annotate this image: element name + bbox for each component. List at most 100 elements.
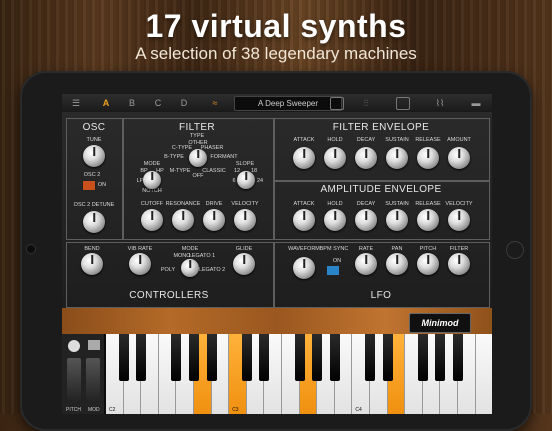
osc2-label: OSC 2	[83, 172, 101, 178]
slot-c[interactable]: C	[152, 96, 164, 110]
aenv-release-label: RELEASE	[415, 201, 441, 207]
lfo-pan-knob[interactable]	[386, 253, 408, 275]
aenv-attack-knob[interactable]	[293, 209, 315, 231]
keyboard: PITCH MOD C2 C3 C4	[62, 334, 492, 414]
filter-type-opt-4: B-TYPE	[164, 154, 184, 160]
fenv-release-knob[interactable]	[417, 147, 439, 169]
fenv-sustain-knob[interactable]	[386, 147, 408, 169]
cutoff-knob[interactable]	[141, 209, 163, 231]
waveform-icon[interactable]: ≈	[208, 96, 222, 110]
bend-label: BEND	[84, 246, 100, 252]
filter-velocity-label: VELOCITY	[231, 201, 259, 207]
osc2-on-label: ON	[97, 182, 107, 188]
slope-opt-6: 6	[232, 178, 236, 184]
filter-type-opt-8: OFF	[192, 173, 204, 179]
lfo-pitch-knob[interactable]	[417, 253, 439, 275]
black-key[interactable]	[241, 334, 252, 381]
menu-icon[interactable]: ☰	[67, 96, 85, 110]
filter-title: FILTER	[178, 122, 216, 133]
ctrl-mode-knob[interactable]	[181, 259, 199, 277]
home-button	[506, 241, 524, 259]
minimod-logo: Minimod	[409, 313, 471, 333]
filter-velocity-knob[interactable]	[234, 209, 256, 231]
black-key[interactable]	[189, 334, 199, 381]
synth-screen: ☰ A B C D ≈ A Deep Sweeper ⫶⫶ ⌇⌇ ▬ OSC T…	[62, 94, 492, 414]
black-key[interactable]	[259, 334, 270, 381]
black-key[interactable]	[435, 334, 446, 381]
bpm-sync-switch[interactable]	[326, 265, 340, 276]
hero-title: 17 virtual synths	[145, 8, 407, 44]
lfo-waveform-knob[interactable]	[293, 257, 315, 279]
glide-label: GLIDE	[235, 246, 253, 252]
aenv-release-knob[interactable]	[417, 209, 439, 231]
mod-wheel[interactable]	[86, 358, 100, 402]
pitch-wheel[interactable]	[67, 358, 81, 402]
drive-knob[interactable]	[203, 209, 225, 231]
osc2-detune-knob[interactable]	[83, 211, 105, 233]
black-key[interactable]	[136, 334, 147, 381]
aenv-sustain-label: SUSTAIN	[385, 201, 409, 207]
slot-d[interactable]: D	[178, 96, 190, 110]
settings-icon[interactable]	[396, 97, 410, 110]
vib-rate-label: VIB RATE	[127, 246, 153, 252]
waveform-label: WAVEFORM	[288, 246, 320, 252]
synth-panel: OSC TUNE OSC 2 ON OSC 2 DETUNE FILTER TY…	[62, 112, 492, 308]
resonance-label: RESONANCE	[165, 201, 201, 207]
lfo-rate-knob[interactable]	[355, 253, 377, 275]
black-key[interactable]	[417, 334, 428, 381]
lfo-rate-label: RATE	[358, 246, 374, 252]
slot-b[interactable]: B	[126, 96, 138, 110]
vib-rate-knob[interactable]	[129, 253, 151, 275]
aenv-attack-label: ATTACK	[293, 201, 315, 207]
filter-type-opt-5: FORMANT	[210, 154, 238, 160]
filter-mode-knob[interactable]	[143, 171, 161, 189]
keyboard-layout-icon[interactable]	[88, 340, 100, 350]
sequencer-icon[interactable]: ⌇⌇	[430, 96, 450, 110]
aenv-sustain-knob[interactable]	[386, 209, 408, 231]
aenv-decay-label: DECAY	[356, 201, 376, 207]
fenv-hold-knob[interactable]	[324, 147, 346, 169]
fenv-amount-knob[interactable]	[448, 147, 470, 169]
black-key[interactable]	[206, 334, 217, 381]
black-key[interactable]	[382, 334, 393, 381]
filter-envelope-title: FILTER ENVELOPE	[332, 122, 430, 133]
aenv-decay-knob[interactable]	[355, 209, 377, 231]
aenv-velocity-knob[interactable]	[448, 209, 470, 231]
aenv-hold-knob[interactable]	[324, 209, 346, 231]
fenv-sustain-label: SUSTAIN	[385, 137, 409, 143]
tune-label: TUNE	[86, 137, 102, 143]
filter-type-opt-2: C-TYPE	[171, 145, 193, 151]
black-key[interactable]	[171, 334, 182, 381]
fenv-decay-knob[interactable]	[355, 147, 377, 169]
controls-toggle-icon[interactable]	[68, 340, 80, 352]
tune-knob[interactable]	[83, 145, 105, 167]
preset-selector[interactable]: A Deep Sweeper	[234, 96, 342, 111]
lfo-filter-knob[interactable]	[448, 253, 470, 275]
filter-mode-label: MODE	[143, 161, 161, 167]
slot-a[interactable]: A	[100, 96, 112, 110]
black-key[interactable]	[312, 334, 323, 381]
save-preset-icon[interactable]	[330, 97, 344, 110]
keyboard-toggle-icon[interactable]: ▬	[466, 96, 486, 110]
wheel-panel: PITCH MOD	[62, 334, 104, 414]
bend-knob[interactable]	[81, 253, 103, 275]
black-key[interactable]	[453, 334, 463, 381]
aenv-velocity-label: VELOCITY	[445, 201, 473, 207]
black-key[interactable]	[118, 334, 129, 381]
osc2-switch[interactable]	[82, 180, 96, 191]
black-key[interactable]	[294, 334, 305, 381]
ctrl-mode-opt-poly: POLY	[160, 267, 176, 273]
glide-knob[interactable]	[233, 253, 255, 275]
resonance-knob[interactable]	[172, 209, 194, 231]
filter-slope-label: SLOPE	[235, 161, 255, 167]
black-key[interactable]	[329, 334, 340, 381]
fenv-attack-knob[interactable]	[293, 147, 315, 169]
osc-title: OSC	[82, 122, 106, 133]
mixer-icon[interactable]: ⫶⫶	[358, 96, 374, 110]
filter-type-knob[interactable]	[189, 149, 207, 167]
black-key[interactable]	[365, 334, 375, 381]
fenv-attack-label: ATTACK	[293, 137, 315, 143]
white-key[interactable]	[475, 334, 492, 414]
bpm-sync-label: BPM SYNC	[319, 246, 349, 252]
filter-slope-knob[interactable]	[237, 171, 255, 189]
